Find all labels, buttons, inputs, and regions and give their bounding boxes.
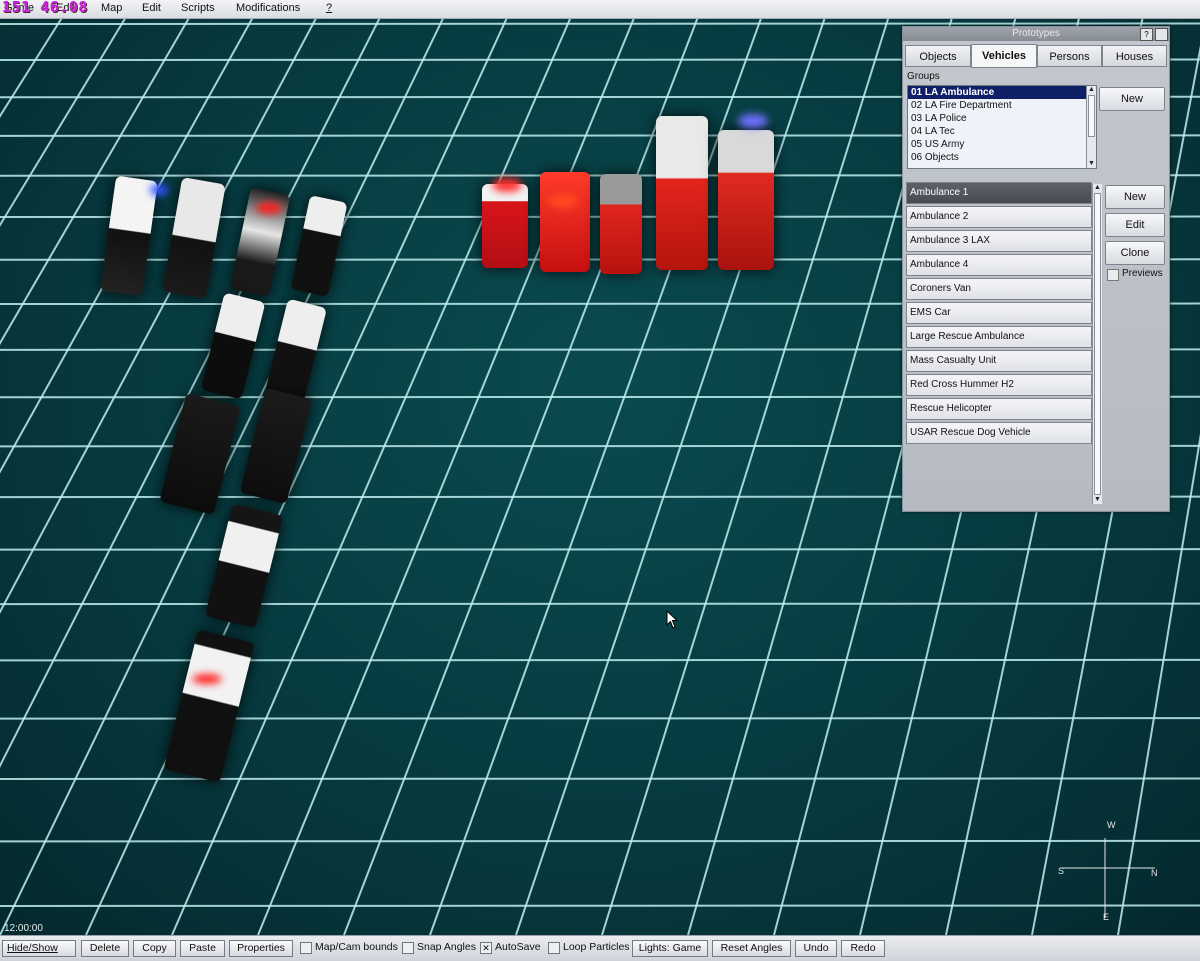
scroll-up-icon[interactable]: ▲ bbox=[1093, 184, 1102, 192]
undo-button[interactable]: Undo bbox=[795, 940, 837, 957]
groups-label: Groups bbox=[907, 71, 940, 82]
list-item[interactable]: Ambulance 3 LAX bbox=[906, 230, 1092, 252]
previews-checkbox[interactable] bbox=[1107, 269, 1119, 281]
vehicle-fire-suv[interactable] bbox=[540, 172, 590, 272]
menu-help[interactable]: ? bbox=[326, 2, 332, 14]
group-item[interactable]: 04 LA Tec bbox=[908, 125, 1096, 138]
scroll-thumb[interactable] bbox=[1088, 95, 1095, 137]
redo-button[interactable]: Redo bbox=[841, 940, 885, 957]
hide-show-button[interactable]: Hide/Show bbox=[2, 940, 76, 957]
editor-toolbar: Hide/Show Delete Copy Paste Properties M… bbox=[0, 935, 1200, 961]
list-item[interactable]: Large Rescue Ambulance bbox=[906, 326, 1092, 348]
list-item[interactable]: Ambulance 2 bbox=[906, 206, 1092, 228]
vehicle-fire-car[interactable] bbox=[482, 184, 528, 268]
edit-button[interactable]: Edit bbox=[1105, 213, 1165, 237]
emergency-light-glow bbox=[492, 178, 522, 192]
vehicle-fire-pickup[interactable] bbox=[600, 174, 642, 274]
emergency-light-glow bbox=[738, 114, 768, 128]
list-item[interactable]: Coroners Van bbox=[906, 278, 1092, 300]
list-item[interactable]: USAR Rescue Dog Vehicle bbox=[906, 422, 1092, 444]
list-item[interactable]: Ambulance 1 bbox=[906, 182, 1092, 204]
group-item[interactable]: 03 LA Police bbox=[908, 112, 1096, 125]
prototypes-title: Prototypes bbox=[903, 27, 1169, 41]
paste-button[interactable]: Paste bbox=[180, 940, 225, 957]
prototype-list[interactable]: Ambulance 1 Ambulance 2 Ambulance 3 LAX … bbox=[906, 182, 1092, 502]
reset-angles-button[interactable]: Reset Angles bbox=[712, 940, 791, 957]
list-item[interactable]: Ambulance 4 bbox=[906, 254, 1092, 276]
group-item[interactable]: 02 LA Fire Department bbox=[908, 99, 1096, 112]
game-time: 12:00:00 bbox=[4, 923, 43, 934]
new-button[interactable]: New bbox=[1105, 185, 1165, 209]
autosave-checkbox[interactable]: ✕ bbox=[480, 942, 492, 954]
fps-counter: 151 46.08 bbox=[2, 0, 88, 16]
emergency-light-glow bbox=[150, 184, 168, 196]
loop-particles-label: Loop Particles bbox=[563, 941, 630, 953]
map-cam-bounds-checkbox[interactable] bbox=[300, 942, 312, 954]
emergency-light-glow bbox=[548, 194, 578, 208]
menu-bar: Game Edit Map Edit Scripts Modifications… bbox=[0, 0, 1200, 19]
snap-angles-label: Snap Angles bbox=[417, 941, 476, 953]
groups-scrollbar[interactable]: ▲ ▼ bbox=[1086, 86, 1096, 168]
emergency-light-glow bbox=[192, 674, 222, 684]
list-item[interactable]: Mass Casualty Unit bbox=[906, 350, 1092, 372]
tab-vehicles[interactable]: Vehicles bbox=[971, 44, 1037, 68]
properties-button[interactable]: Properties bbox=[229, 940, 293, 957]
menu-scripts[interactable]: Scripts bbox=[181, 2, 215, 14]
loop-particles-checkbox[interactable] bbox=[548, 942, 560, 954]
scroll-up-icon[interactable]: ▲ bbox=[1087, 86, 1096, 94]
tab-persons[interactable]: Persons bbox=[1037, 45, 1102, 67]
compass-south-label: S bbox=[1058, 866, 1065, 876]
mouse-cursor-icon bbox=[666, 610, 679, 629]
autosave-label: AutoSave bbox=[495, 941, 541, 953]
list-item[interactable]: Rescue Helicopter bbox=[906, 398, 1092, 420]
map-cam-bounds-label: Map/Cam bounds bbox=[315, 941, 398, 953]
groups-list[interactable]: 01 LA Ambulance 02 LA Fire Department 03… bbox=[907, 85, 1097, 169]
previews-label: Previews bbox=[1122, 268, 1163, 279]
list-item[interactable]: Red Cross Hummer H2 bbox=[906, 374, 1092, 396]
group-item[interactable]: 05 US Army bbox=[908, 138, 1096, 151]
group-item[interactable]: 01 LA Ambulance bbox=[908, 86, 1096, 99]
compass-west-label: W bbox=[1107, 820, 1116, 830]
compass-east-label: E bbox=[1103, 912, 1110, 922]
menu-modifications[interactable]: Modifications bbox=[236, 2, 300, 14]
prototype-list-scrollbar[interactable]: ▲ ▼ bbox=[1092, 184, 1102, 504]
scroll-down-icon[interactable]: ▼ bbox=[1087, 160, 1096, 168]
vehicle-fire-engine[interactable] bbox=[718, 130, 774, 270]
close-button[interactable] bbox=[1155, 28, 1168, 41]
compass-north-label: N bbox=[1151, 868, 1158, 878]
prototypes-panel: Prototypes ? Objects Vehicles Persons Ho… bbox=[902, 26, 1170, 512]
copy-button[interactable]: Copy bbox=[133, 940, 176, 957]
group-item[interactable]: 06 Objects bbox=[908, 151, 1096, 164]
clone-button[interactable]: Clone bbox=[1105, 241, 1165, 265]
vehicle-fire-ladder-truck[interactable] bbox=[656, 116, 708, 270]
menu-map[interactable]: Map bbox=[101, 2, 122, 14]
group-new-button[interactable]: New bbox=[1099, 87, 1165, 111]
scroll-down-icon[interactable]: ▼ bbox=[1093, 496, 1102, 504]
menu-edit[interactable]: Edit bbox=[142, 2, 161, 14]
lights-button[interactable]: Lights: Game bbox=[632, 940, 708, 957]
compass-icon bbox=[1060, 838, 1155, 918]
snap-angles-checkbox[interactable] bbox=[402, 942, 414, 954]
help-button[interactable]: ? bbox=[1140, 28, 1153, 41]
delete-button[interactable]: Delete bbox=[81, 940, 129, 957]
tab-objects[interactable]: Objects bbox=[905, 45, 971, 67]
list-item[interactable]: EMS Car bbox=[906, 302, 1092, 324]
emergency-light-glow bbox=[256, 202, 282, 214]
tab-houses[interactable]: Houses bbox=[1102, 45, 1167, 67]
scroll-thumb[interactable] bbox=[1094, 193, 1101, 495]
